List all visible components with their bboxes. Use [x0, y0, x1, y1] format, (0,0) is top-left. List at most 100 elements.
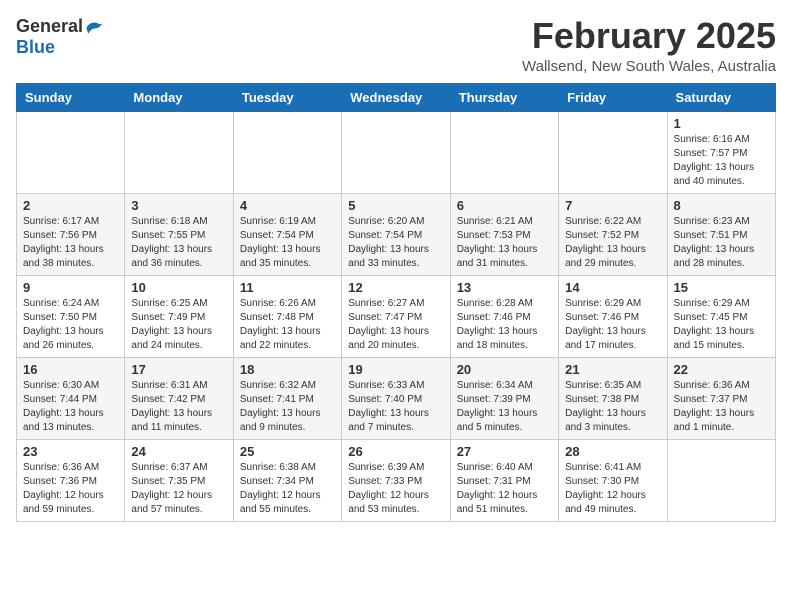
day-number: 14	[565, 280, 660, 295]
calendar-cell	[125, 111, 233, 193]
day-info: Sunrise: 6:29 AM Sunset: 7:46 PM Dayligh…	[565, 297, 660, 353]
day-info: Sunrise: 6:37 AM Sunset: 7:35 PM Dayligh…	[131, 461, 226, 517]
calendar-cell: 15Sunrise: 6:29 AM Sunset: 7:45 PM Dayli…	[667, 275, 775, 357]
day-info: Sunrise: 6:28 AM Sunset: 7:46 PM Dayligh…	[457, 297, 552, 353]
day-number: 11	[240, 280, 335, 295]
calendar-cell: 7 Sunrise: 6:22 AM Sunset: 7:52 PM Daylig…	[559, 193, 667, 275]
calendar-cell: 2 Sunrise: 6:17 AM Sunset: 7:56 PM Daylig…	[17, 193, 125, 275]
logo: General Blue	[16, 16, 105, 58]
day-info: Sunrise: 6:29 AM Sunset: 7:45 PM Dayligh…	[674, 297, 769, 353]
calendar-cell: 8 Sunrise: 6:23 AM Sunset: 7:51 PM Daylig…	[667, 193, 775, 275]
calendar-cell: 11Sunrise: 6:26 AM Sunset: 7:48 PM Dayli…	[233, 275, 341, 357]
calendar-cell: 19 Sunrise: 6:33 AM Sunset: 7:40 PM Dayli…	[342, 357, 450, 439]
calendar-week-row: 9 Sunrise: 6:24 AM Sunset: 7:50 PM Daylig…	[17, 275, 776, 357]
calendar-cell: 6 Sunrise: 6:21 AM Sunset: 7:53 PM Daylig…	[450, 193, 558, 275]
day-info: Sunrise: 6:40 AM Sunset: 7:31 PM Dayligh…	[457, 461, 552, 517]
page-header: General Blue February 2025 Wallsend, New…	[16, 16, 776, 75]
day-info: Sunrise: 6:35 AM Sunset: 7:38 PM Dayligh…	[565, 379, 660, 435]
day-number: 13	[457, 280, 552, 295]
calendar-cell: 28 Sunrise: 6:41 AM Sunset: 7:30 PM Dayli…	[559, 439, 667, 521]
calendar-cell: 4 Sunrise: 6:19 AM Sunset: 7:54 PM Daylig…	[233, 193, 341, 275]
calendar-cell: 13 Sunrise: 6:28 AM Sunset: 7:46 PM Dayli…	[450, 275, 558, 357]
calendar-cell: 24 Sunrise: 6:37 AM Sunset: 7:35 PM Dayli…	[125, 439, 233, 521]
day-number: 9	[23, 280, 118, 295]
day-info: Sunrise: 6:19 AM Sunset: 7:54 PM Dayligh…	[240, 215, 335, 271]
day-number: 20	[457, 362, 552, 377]
calendar-cell: 16 Sunrise: 6:30 AM Sunset: 7:44 PM Dayli…	[17, 357, 125, 439]
day-number: 3	[131, 198, 226, 213]
calendar-cell	[233, 111, 341, 193]
calendar-cell: 9 Sunrise: 6:24 AM Sunset: 7:50 PM Daylig…	[17, 275, 125, 357]
calendar-cell: 18 Sunrise: 6:32 AM Sunset: 7:41 PM Dayli…	[233, 357, 341, 439]
calendar-cell: 10 Sunrise: 6:25 AM Sunset: 7:49 PM Dayli…	[125, 275, 233, 357]
day-number: 26	[348, 444, 443, 459]
calendar-cell: 12 Sunrise: 6:27 AM Sunset: 7:47 PM Dayli…	[342, 275, 450, 357]
day-info: Sunrise: 6:36 AM Sunset: 7:37 PM Dayligh…	[674, 379, 769, 435]
day-number: 17	[131, 362, 226, 377]
day-info: Sunrise: 6:31 AM Sunset: 7:42 PM Dayligh…	[131, 379, 226, 435]
day-info: Sunrise: 6:17 AM Sunset: 7:56 PM Dayligh…	[23, 215, 118, 271]
logo-blue-text: Blue	[16, 37, 55, 58]
day-number: 28	[565, 444, 660, 459]
day-info: Sunrise: 6:41 AM Sunset: 7:30 PM Dayligh…	[565, 461, 660, 517]
calendar-cell: 26 Sunrise: 6:39 AM Sunset: 7:33 PM Dayli…	[342, 439, 450, 521]
calendar-table: SundayMondayTuesdayWednesdayThursdayFrid…	[16, 83, 776, 522]
calendar-cell: 3 Sunrise: 6:18 AM Sunset: 7:55 PM Daylig…	[125, 193, 233, 275]
calendar-cell: 14 Sunrise: 6:29 AM Sunset: 7:46 PM Dayli…	[559, 275, 667, 357]
day-number: 22	[674, 362, 769, 377]
day-number: 19	[348, 362, 443, 377]
weekday-header-saturday: Saturday	[667, 83, 775, 111]
calendar-cell: 27Sunrise: 6:40 AM Sunset: 7:31 PM Dayli…	[450, 439, 558, 521]
day-number: 8	[674, 198, 769, 213]
calendar-cell: 21Sunrise: 6:35 AM Sunset: 7:38 PM Dayli…	[559, 357, 667, 439]
calendar-cell	[667, 439, 775, 521]
weekday-header-wednesday: Wednesday	[342, 83, 450, 111]
day-number: 5	[348, 198, 443, 213]
day-info: Sunrise: 6:33 AM Sunset: 7:40 PM Dayligh…	[348, 379, 443, 435]
day-info: Sunrise: 6:23 AM Sunset: 7:51 PM Dayligh…	[674, 215, 769, 271]
day-info: Sunrise: 6:36 AM Sunset: 7:36 PM Dayligh…	[23, 461, 118, 517]
weekday-header-sunday: Sunday	[17, 83, 125, 111]
day-number: 12	[348, 280, 443, 295]
day-info: Sunrise: 6:32 AM Sunset: 7:41 PM Dayligh…	[240, 379, 335, 435]
day-info: Sunrise: 6:22 AM Sunset: 7:52 PM Dayligh…	[565, 215, 660, 271]
calendar-cell: 1 Sunrise: 6:16 AM Sunset: 7:57 PM Daylig…	[667, 111, 775, 193]
logo-bird-icon	[85, 17, 105, 37]
day-info: Sunrise: 6:21 AM Sunset: 7:53 PM Dayligh…	[457, 215, 552, 271]
day-info: Sunrise: 6:27 AM Sunset: 7:47 PM Dayligh…	[348, 297, 443, 353]
weekday-header-friday: Friday	[559, 83, 667, 111]
calendar-cell	[559, 111, 667, 193]
day-info: Sunrise: 6:16 AM Sunset: 7:57 PM Dayligh…	[674, 133, 769, 189]
day-info: Sunrise: 6:20 AM Sunset: 7:54 PM Dayligh…	[348, 215, 443, 271]
logo-general-text: General	[16, 16, 83, 37]
day-info: Sunrise: 6:18 AM Sunset: 7:55 PM Dayligh…	[131, 215, 226, 271]
calendar-cell: 22 Sunrise: 6:36 AM Sunset: 7:37 PM Dayli…	[667, 357, 775, 439]
day-number: 4	[240, 198, 335, 213]
day-info: Sunrise: 6:39 AM Sunset: 7:33 PM Dayligh…	[348, 461, 443, 517]
weekday-header-row: SundayMondayTuesdayWednesdayThursdayFrid…	[17, 83, 776, 111]
title-block: February 2025 Wallsend, New South Wales,…	[522, 16, 776, 75]
calendar-cell: 20 Sunrise: 6:34 AM Sunset: 7:39 PM Dayli…	[450, 357, 558, 439]
day-number: 10	[131, 280, 226, 295]
calendar-cell	[450, 111, 558, 193]
calendar-cell: 5 Sunrise: 6:20 AM Sunset: 7:54 PM Daylig…	[342, 193, 450, 275]
calendar-title: February 2025	[522, 16, 776, 56]
calendar-cell: 23Sunrise: 6:36 AM Sunset: 7:36 PM Dayli…	[17, 439, 125, 521]
day-number: 6	[457, 198, 552, 213]
day-number: 24	[131, 444, 226, 459]
calendar-week-row: 2 Sunrise: 6:17 AM Sunset: 7:56 PM Daylig…	[17, 193, 776, 275]
day-number: 7	[565, 198, 660, 213]
day-number: 2	[23, 198, 118, 213]
weekday-header-monday: Monday	[125, 83, 233, 111]
calendar-subtitle: Wallsend, New South Wales, Australia	[522, 58, 776, 75]
day-number: 16	[23, 362, 118, 377]
day-info: Sunrise: 6:24 AM Sunset: 7:50 PM Dayligh…	[23, 297, 118, 353]
calendar-cell: 25Sunrise: 6:38 AM Sunset: 7:34 PM Dayli…	[233, 439, 341, 521]
day-info: Sunrise: 6:30 AM Sunset: 7:44 PM Dayligh…	[23, 379, 118, 435]
day-number: 18	[240, 362, 335, 377]
day-info: Sunrise: 6:34 AM Sunset: 7:39 PM Dayligh…	[457, 379, 552, 435]
calendar-week-row: 23Sunrise: 6:36 AM Sunset: 7:36 PM Dayli…	[17, 439, 776, 521]
day-number: 1	[674, 116, 769, 131]
day-info: Sunrise: 6:25 AM Sunset: 7:49 PM Dayligh…	[131, 297, 226, 353]
day-number: 25	[240, 444, 335, 459]
